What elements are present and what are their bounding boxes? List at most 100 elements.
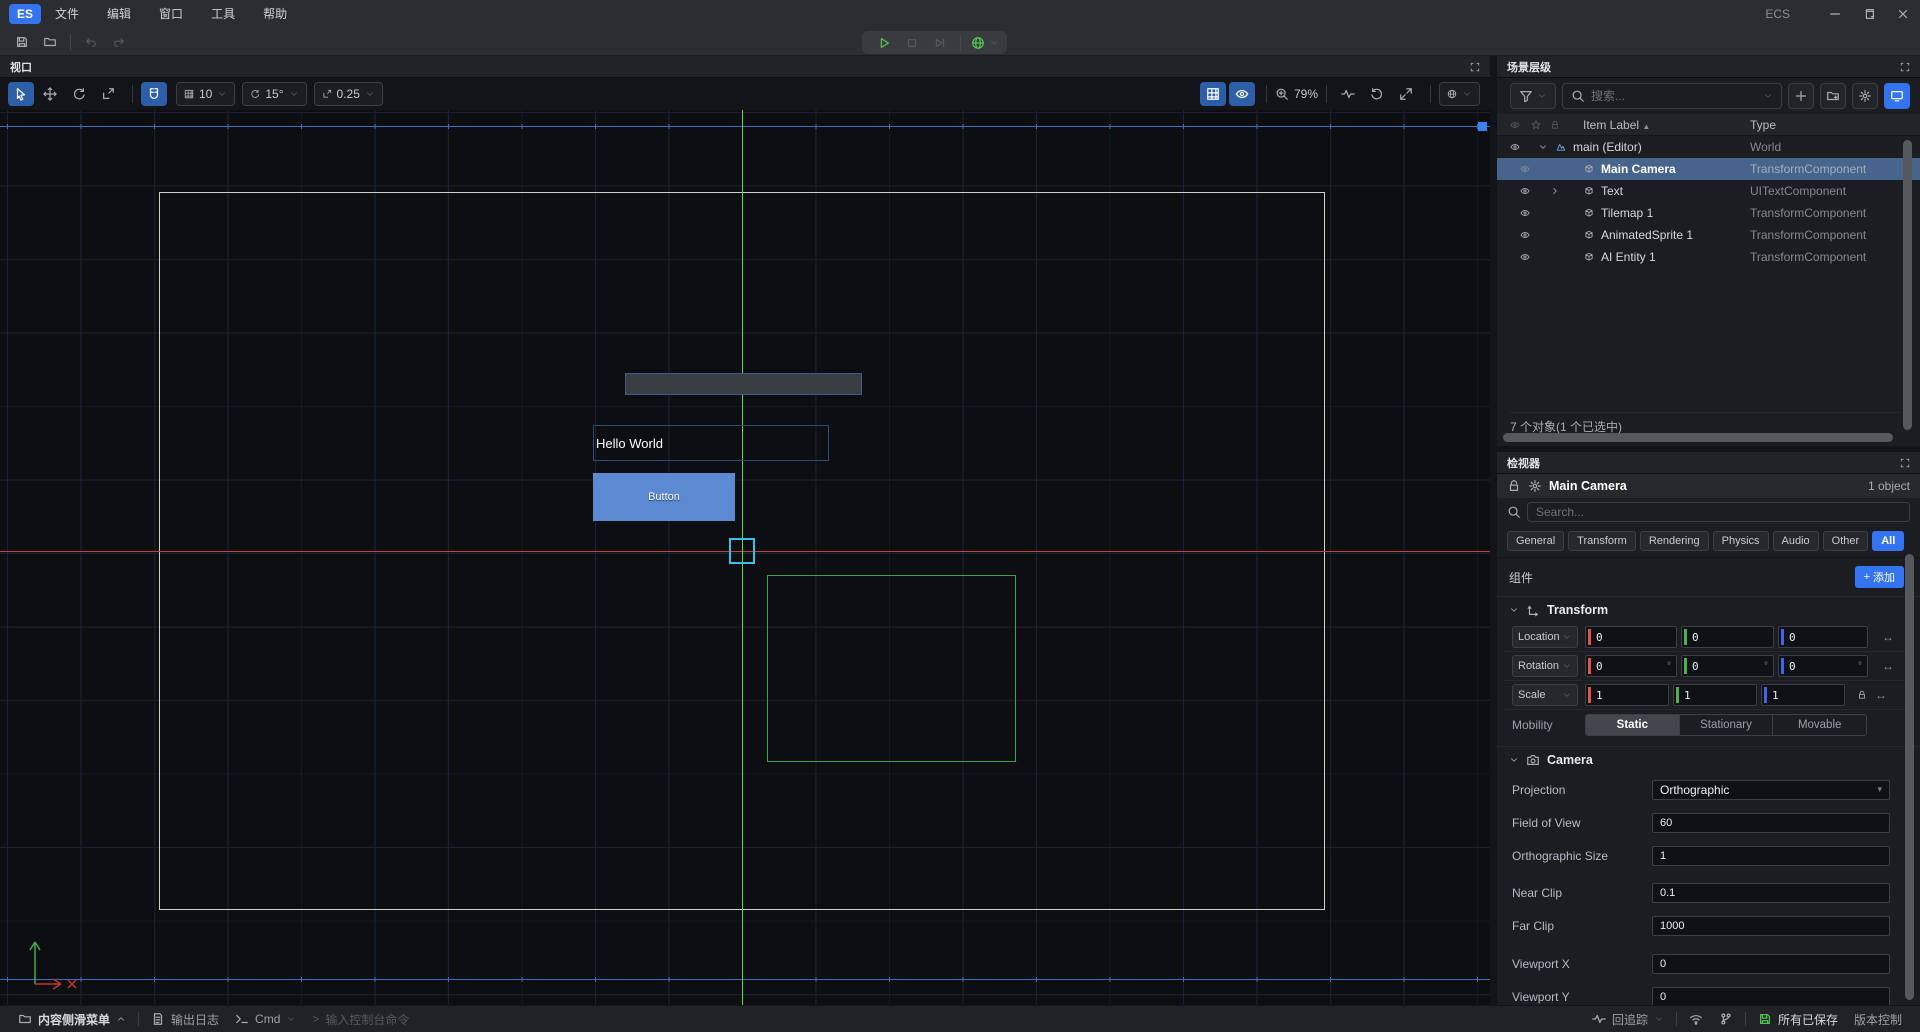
menu-edit[interactable]: 编辑 [93, 0, 145, 28]
column-item-label[interactable]: Item Label ▲ [1583, 118, 1650, 132]
tree-row-animatedsprite[interactable]: AnimatedSprite 1 TransformComponent [1497, 224, 1920, 246]
lock-column-icon[interactable] [1550, 120, 1560, 130]
visibility-toggle-button[interactable] [1229, 82, 1255, 106]
guide-handle[interactable] [1478, 122, 1487, 131]
editor-view-button[interactable] [1884, 83, 1910, 109]
projection-select[interactable]: Orthographic▾ [1652, 780, 1890, 800]
network-status-button[interactable] [1681, 1012, 1711, 1026]
select-tool-button[interactable] [8, 82, 34, 106]
minimize-button[interactable] [1818, 0, 1852, 28]
scale-dropdown[interactable]: Scale [1512, 684, 1578, 706]
undo-button[interactable] [77, 30, 105, 54]
location-x-field[interactable]: 0 [1585, 626, 1677, 648]
rotation-z-field[interactable]: 0° [1778, 655, 1868, 677]
text-object[interactable]: Hello World [593, 425, 829, 461]
grid-snap-dropdown[interactable]: 10 [176, 82, 235, 106]
chevron-down-icon[interactable] [989, 38, 999, 48]
scale-z-field[interactable]: 1 [1761, 684, 1845, 706]
far-clip-input[interactable]: 1000 [1652, 916, 1890, 936]
column-type[interactable]: Type [1750, 118, 1776, 132]
panel-gutter[interactable] [1490, 56, 1497, 1005]
visibility-eye-icon[interactable] [1520, 208, 1530, 218]
visibility-eye-icon[interactable] [1520, 230, 1530, 240]
grid-toggle-button[interactable] [1200, 82, 1226, 106]
tree-row-ai-entity[interactable]: AI Entity 1 TransformComponent [1497, 246, 1920, 268]
link-axes-icon[interactable]: ↔ [1882, 659, 1894, 673]
eye-column-icon[interactable] [1510, 120, 1520, 130]
scale-x-field[interactable]: 1 [1585, 684, 1669, 706]
location-dropdown[interactable]: Location [1512, 626, 1578, 648]
maximize-button[interactable] [1852, 0, 1886, 28]
cmd-dropdown[interactable]: Cmd [227, 1012, 304, 1026]
tree-row-tilemap[interactable]: Tilemap 1 TransformComponent [1497, 202, 1920, 224]
app-logo[interactable]: ES [9, 4, 41, 24]
link-axes-icon[interactable]: ↔ [1875, 688, 1887, 702]
snap-toggle-button[interactable] [141, 82, 167, 106]
stop-button[interactable] [898, 31, 926, 55]
hierarchy-search-input[interactable] [1591, 89, 1757, 103]
menu-file[interactable]: 文件 [41, 0, 93, 28]
open-folder-button[interactable] [36, 30, 64, 54]
network-globe-button[interactable] [967, 31, 989, 55]
rotation-dropdown[interactable]: Rotation [1512, 655, 1578, 677]
fov-input[interactable]: 60 [1652, 813, 1890, 833]
scale-snap-dropdown[interactable]: 0.25 [314, 82, 383, 106]
world-dropdown[interactable] [1439, 82, 1480, 106]
mobility-movable[interactable]: Movable [1773, 715, 1866, 735]
rotation-y-field[interactable]: 0° [1681, 655, 1774, 677]
tab-transform[interactable]: Transform [1568, 531, 1636, 551]
ortho-size-input[interactable]: 1 [1652, 846, 1890, 866]
all-saved-status[interactable]: 所有已保存 [1750, 1011, 1846, 1028]
chevron-down-icon[interactable] [1538, 142, 1548, 152]
lock-icon[interactable] [1507, 479, 1521, 493]
mobility-stationary[interactable]: Stationary [1680, 715, 1774, 735]
hierarchy-vertical-scrollbar[interactable] [1903, 140, 1912, 430]
reset-view-button[interactable] [1364, 82, 1390, 106]
scene-canvas[interactable]: Hello World Button [0, 110, 1490, 1005]
chevron-right-icon[interactable] [1550, 186, 1560, 196]
tab-all[interactable]: All [1872, 531, 1904, 551]
tab-physics[interactable]: Physics [1713, 531, 1769, 551]
scale-y-field[interactable]: 1 [1673, 684, 1757, 706]
hierarchy-search[interactable] [1562, 83, 1782, 109]
version-branch-button[interactable] [1711, 1012, 1741, 1026]
visibility-eye-icon[interactable] [1520, 186, 1530, 196]
expand-panel-icon[interactable] [1900, 458, 1910, 468]
menu-window[interactable]: 窗口 [145, 0, 197, 28]
tab-audio[interactable]: Audio [1773, 531, 1819, 551]
rotate-snap-dropdown[interactable]: 15° [242, 82, 306, 106]
output-log-button[interactable]: 输出日志 [143, 1011, 227, 1028]
tab-other[interactable]: Other [1823, 531, 1869, 551]
visibility-eye-icon[interactable] [1510, 142, 1520, 152]
tree-row-main-camera[interactable]: Main Camera TransformComponent [1497, 158, 1920, 180]
version-control-button[interactable]: 版本控制 [1846, 1011, 1910, 1028]
inspector-search[interactable] [1527, 502, 1910, 522]
filter-button[interactable] [1510, 83, 1556, 109]
rotation-x-field[interactable]: 0° [1585, 655, 1677, 677]
content-drawer-button[interactable]: 内容侧滑菜单 [10, 1011, 134, 1028]
visibility-eye-icon[interactable] [1520, 252, 1530, 262]
link-axes-icon[interactable]: ↔ [1882, 630, 1894, 644]
button-object[interactable]: Button [593, 473, 735, 521]
viewport-y-input[interactable]: 0 [1652, 987, 1890, 1007]
visibility-eye-icon[interactable] [1520, 164, 1530, 174]
fullscreen-button[interactable] [1393, 82, 1419, 106]
transform-section-header[interactable]: Transform [1497, 596, 1920, 623]
menu-help[interactable]: 帮助 [249, 0, 301, 28]
hierarchy-horizontal-scrollbar[interactable] [1503, 433, 1893, 442]
tab-rendering[interactable]: Rendering [1640, 531, 1709, 551]
redo-button[interactable] [105, 30, 133, 54]
play-button[interactable] [870, 31, 898, 55]
scale-tool-button[interactable] [95, 82, 121, 106]
viewport-x-input[interactable]: 0 [1652, 954, 1890, 974]
add-entity-button[interactable] [1788, 83, 1814, 109]
unlock-scale-icon[interactable] [1857, 690, 1867, 700]
menu-tools[interactable]: 工具 [197, 0, 249, 28]
stats-button[interactable] [1335, 82, 1361, 106]
step-button[interactable] [926, 31, 954, 55]
new-folder-button[interactable] [1820, 83, 1846, 109]
gear-icon[interactable] [1528, 479, 1542, 493]
save-button[interactable] [8, 30, 36, 54]
move-tool-button[interactable] [37, 82, 63, 106]
location-z-field[interactable]: 0 [1778, 626, 1868, 648]
